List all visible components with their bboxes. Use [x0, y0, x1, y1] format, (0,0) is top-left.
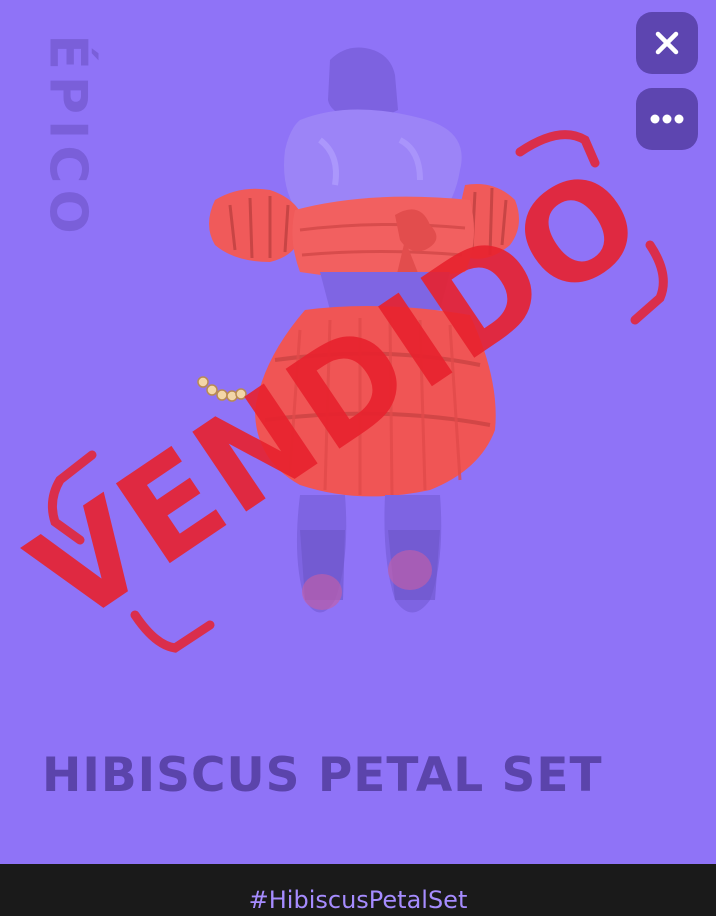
left-sleeve [209, 188, 305, 262]
close-icon [655, 31, 679, 55]
outfit-illustration: VENDIDO [5, 47, 669, 655]
more-options-icon [650, 114, 684, 124]
hashtag-link[interactable]: #HibiscusPetalSet [249, 886, 468, 916]
more-options-button[interactable] [636, 88, 698, 150]
mannequin-neck [328, 47, 398, 119]
close-button[interactable] [636, 12, 698, 74]
item-card: ÉPICO VENDIDO HIBISCUS PETAL SET [0, 0, 716, 864]
footer-bar: #HibiscusPetalSet [0, 864, 716, 916]
item-title: HIBISCUS PETAL SET [42, 748, 603, 803]
